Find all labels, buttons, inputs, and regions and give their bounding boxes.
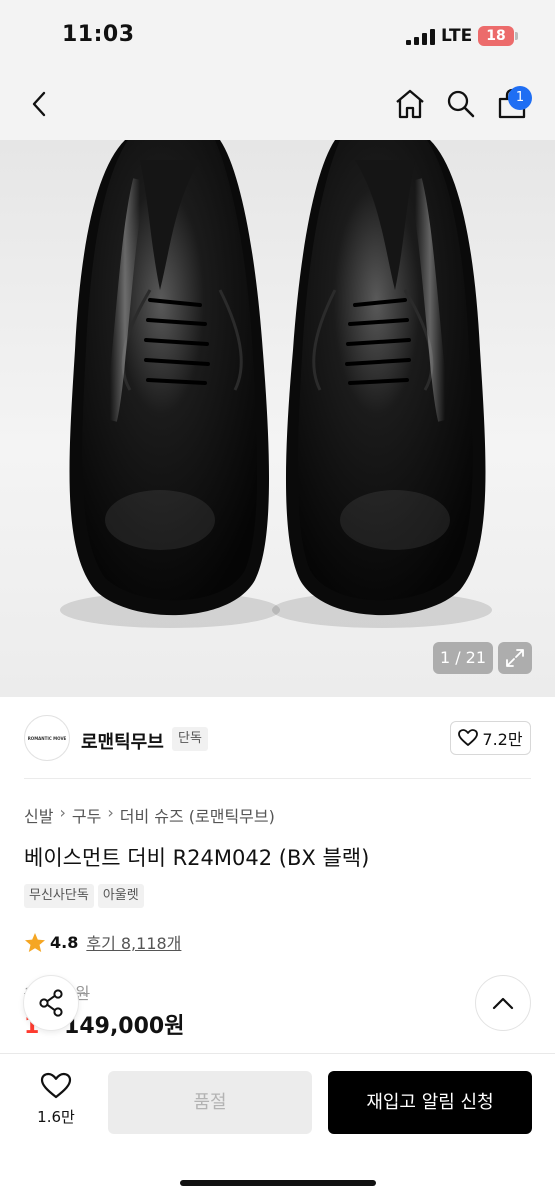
reviews-link[interactable]: 후기 8,118개 (86, 930, 181, 954)
expand-button[interactable] (498, 642, 532, 674)
status-bar: 11:03 LTE 18 (0, 0, 555, 70)
shoes-illustration (60, 140, 492, 628)
tag-exclusive: 무신사단독 (24, 884, 94, 908)
star-icon (25, 932, 45, 952)
brand-like-button[interactable]: 7.2만 (450, 721, 531, 755)
wishlist-button[interactable]: 1.6만 (26, 1072, 86, 1132)
signal-icon (406, 29, 436, 45)
breadcrumb: 신발 › 구두 › 더비 슈즈 (로맨틱무브) (24, 803, 275, 827)
brand-like-count: 7.2만 (482, 730, 523, 749)
heart-icon (458, 729, 479, 746)
image-counter: 1 / 21 (433, 642, 493, 674)
battery-icon: 18 (478, 26, 514, 46)
heart-icon (40, 1072, 72, 1099)
breadcrumb-item[interactable]: 더비 슈즈 (로맨틱무브) (120, 803, 275, 827)
chevron-up-icon (492, 997, 514, 1010)
tag-outlet: 아울렛 (97, 884, 144, 908)
product-title: 베이스먼트 더비 R24M042 (BX 블랙) (24, 846, 370, 870)
network-label: LTE (441, 26, 473, 46)
back-button[interactable] (20, 84, 60, 124)
product-image[interactable] (0, 140, 555, 697)
share-icon (39, 989, 63, 1017)
restock-alert-button[interactable]: 재입고 알림 신청 (328, 1071, 532, 1134)
share-button[interactable] (23, 975, 79, 1031)
home-button[interactable] (390, 84, 430, 124)
nav-bar (0, 70, 555, 140)
scroll-top-button[interactable] (475, 975, 531, 1031)
status-time: 11:03 (62, 22, 135, 47)
sale-price: 149,000원 (64, 1014, 185, 1039)
chevron-right-icon: › (59, 803, 66, 822)
breadcrumb-item[interactable]: 신발 (24, 803, 53, 827)
home-indicator (180, 1180, 376, 1186)
divider (24, 778, 531, 779)
rating-score: 4.8 (50, 932, 79, 952)
wishlist-count: 1.6만 (37, 1108, 75, 1126)
soldout-button: 품절 (108, 1071, 312, 1134)
expand-icon (506, 649, 524, 667)
brand-name[interactable]: 로맨틱무브 (81, 728, 164, 754)
exclusive-badge: 단독 (172, 727, 208, 751)
search-button[interactable] (441, 84, 481, 124)
product-tags: 무신사단독 아울렛 (24, 884, 144, 908)
back-arrow-icon (32, 91, 46, 117)
rating: 4.8 후기 8,118개 (24, 930, 181, 954)
cart-count-badge: 1 (508, 86, 532, 110)
brand-logo[interactable]: ROMANTIC MOVE (24, 715, 70, 761)
chevron-right-icon: › (107, 803, 114, 822)
breadcrumb-item[interactable]: 구두 (72, 803, 101, 827)
home-icon (396, 89, 424, 119)
search-icon (447, 90, 475, 118)
battery-tip (515, 32, 518, 40)
